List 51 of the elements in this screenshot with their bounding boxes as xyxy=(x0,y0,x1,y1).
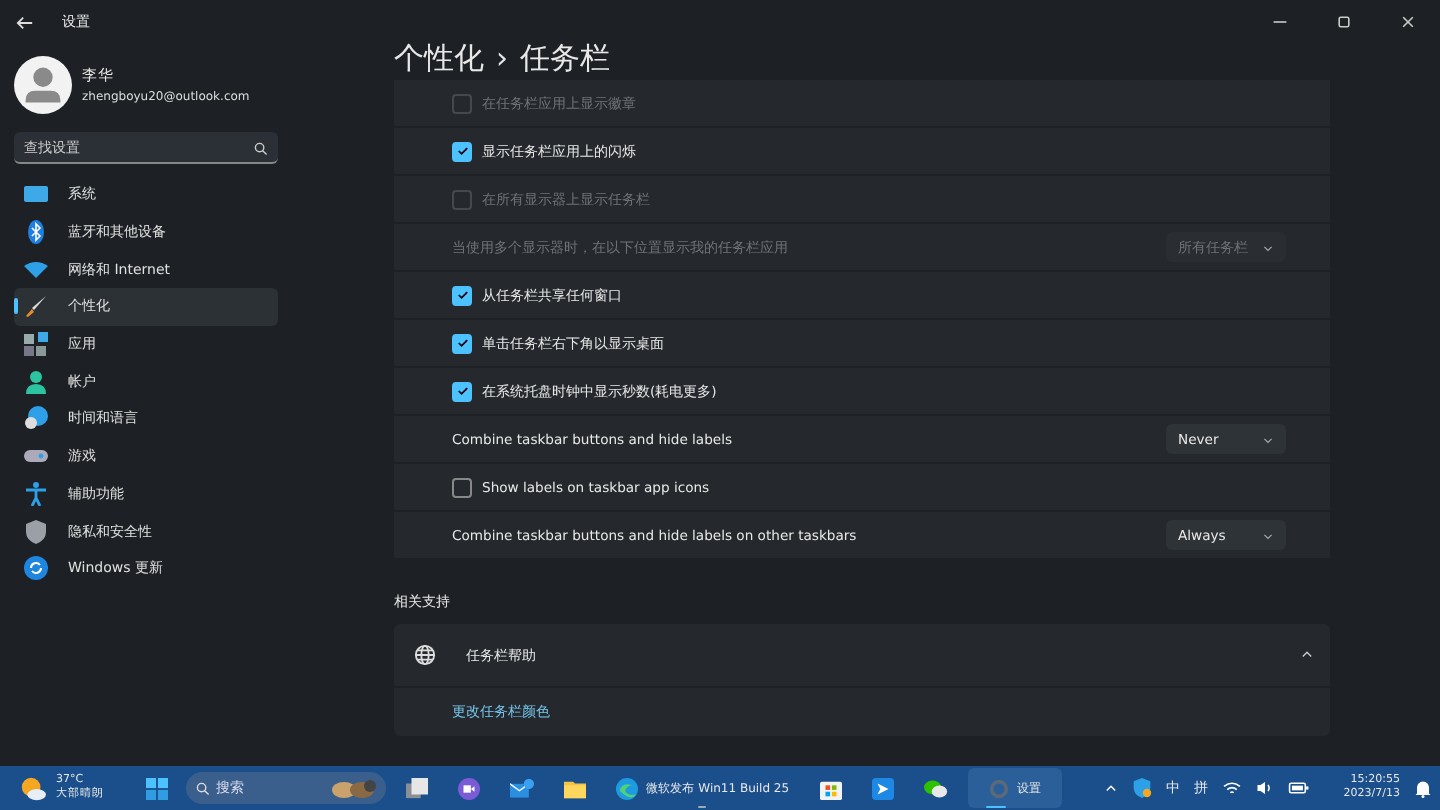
search-icon xyxy=(254,141,268,155)
search-icon xyxy=(196,781,211,795)
check-icon xyxy=(455,144,469,158)
notification-bell-icon[interactable] xyxy=(1414,779,1432,797)
checkbox[interactable] xyxy=(452,141,472,161)
globe-clock-icon xyxy=(24,406,48,431)
chat-icon xyxy=(923,777,948,799)
breadcrumb-parent[interactable]: 个性化 xyxy=(394,39,484,77)
person-icon xyxy=(24,369,48,394)
task-view-icon xyxy=(406,777,429,799)
apps-icon xyxy=(24,332,48,357)
brush-icon xyxy=(24,294,48,319)
chevron-down-icon xyxy=(1262,433,1274,445)
shield-icon xyxy=(24,519,48,544)
wifi-icon xyxy=(24,257,48,282)
wifi-icon[interactable] xyxy=(1221,780,1242,796)
settings-icon xyxy=(987,777,1010,799)
folder-icon xyxy=(564,777,587,799)
chevron-down-icon xyxy=(1262,241,1274,253)
checkbox[interactable] xyxy=(452,477,472,497)
chevron-icon xyxy=(1300,648,1314,662)
mail-icon xyxy=(510,777,535,799)
check-icon xyxy=(455,336,469,350)
check-icon xyxy=(455,384,469,398)
video-call-icon xyxy=(458,777,481,799)
weather-icon[interactable] xyxy=(20,775,46,801)
accessibility-icon xyxy=(24,481,48,506)
chevron-up-icon[interactable] xyxy=(1103,781,1118,795)
paper-plane-icon xyxy=(871,777,894,799)
browser-icon xyxy=(616,777,639,799)
shield-icon[interactable] xyxy=(1131,778,1152,798)
update-icon xyxy=(24,556,48,581)
checkbox[interactable] xyxy=(452,333,472,353)
check-icon xyxy=(455,288,469,302)
bluetooth-icon xyxy=(24,220,48,245)
close-icon[interactable] xyxy=(1400,14,1416,30)
page-title: 任务栏 xyxy=(520,39,610,77)
restore-icon[interactable] xyxy=(1336,14,1352,30)
avatar-icon[interactable] xyxy=(14,55,72,113)
start-icon[interactable] xyxy=(146,777,169,799)
volume-icon[interactable] xyxy=(1255,780,1274,796)
checkbox[interactable] xyxy=(452,285,472,305)
monitor-icon xyxy=(24,182,48,207)
checkbox[interactable] xyxy=(452,381,472,401)
store-icon xyxy=(819,777,842,799)
back-icon[interactable] xyxy=(16,13,34,31)
search-highlight-drawing xyxy=(330,778,379,798)
breadcrumb-separator: › xyxy=(496,40,508,76)
battery-icon[interactable] xyxy=(1287,780,1310,796)
chevron-down-icon xyxy=(1262,529,1274,541)
globe-icon xyxy=(414,644,436,666)
